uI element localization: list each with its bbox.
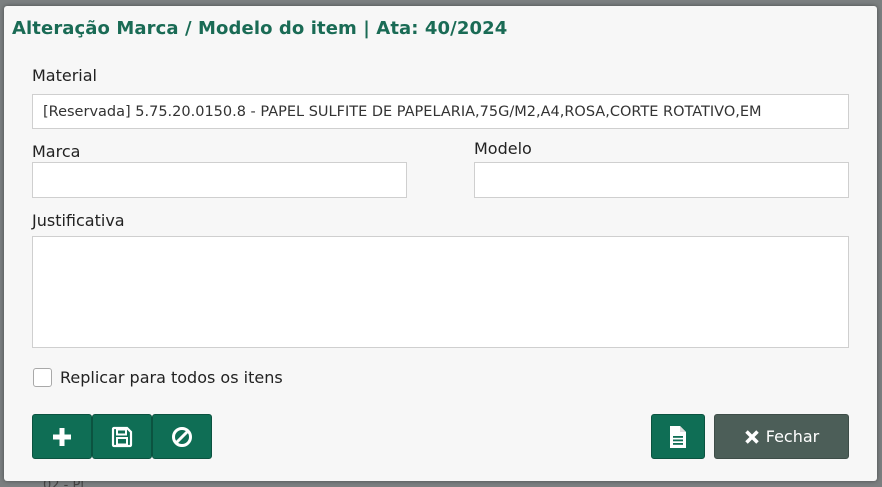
- marca-label: Marca: [32, 142, 81, 161]
- material-field[interactable]: [Reservada] 5.75.20.0150.8 - PAPEL SULFI…: [32, 94, 849, 129]
- report-button[interactable]: [651, 414, 705, 459]
- justificativa-textarea[interactable]: [32, 236, 849, 348]
- modelo-label: Modelo: [474, 139, 532, 158]
- ban-icon: [171, 426, 193, 448]
- dialog-title: Alteração Marca / Modelo do item | Ata: …: [12, 18, 508, 39]
- material-label: Material: [32, 66, 97, 85]
- replicar-label[interactable]: Replicar para todos os itens: [60, 368, 283, 387]
- edit-brand-model-dialog: Alteração Marca / Modelo do item | Ata: …: [4, 6, 877, 481]
- add-button[interactable]: [32, 414, 92, 459]
- close-button-label: Fechar: [765, 427, 820, 446]
- marca-field[interactable]: [32, 162, 407, 198]
- close-button[interactable]: Fechar: [714, 414, 849, 459]
- floppy-icon: [111, 426, 133, 448]
- document-icon: [668, 425, 688, 449]
- plus-icon: [52, 427, 72, 447]
- justificativa-label: Justificativa: [32, 211, 125, 230]
- x-icon: [744, 429, 760, 445]
- replicar-checkbox[interactable]: [33, 368, 52, 387]
- modelo-field[interactable]: [474, 162, 849, 198]
- save-button[interactable]: [92, 414, 152, 459]
- cancel-button[interactable]: [152, 414, 212, 459]
